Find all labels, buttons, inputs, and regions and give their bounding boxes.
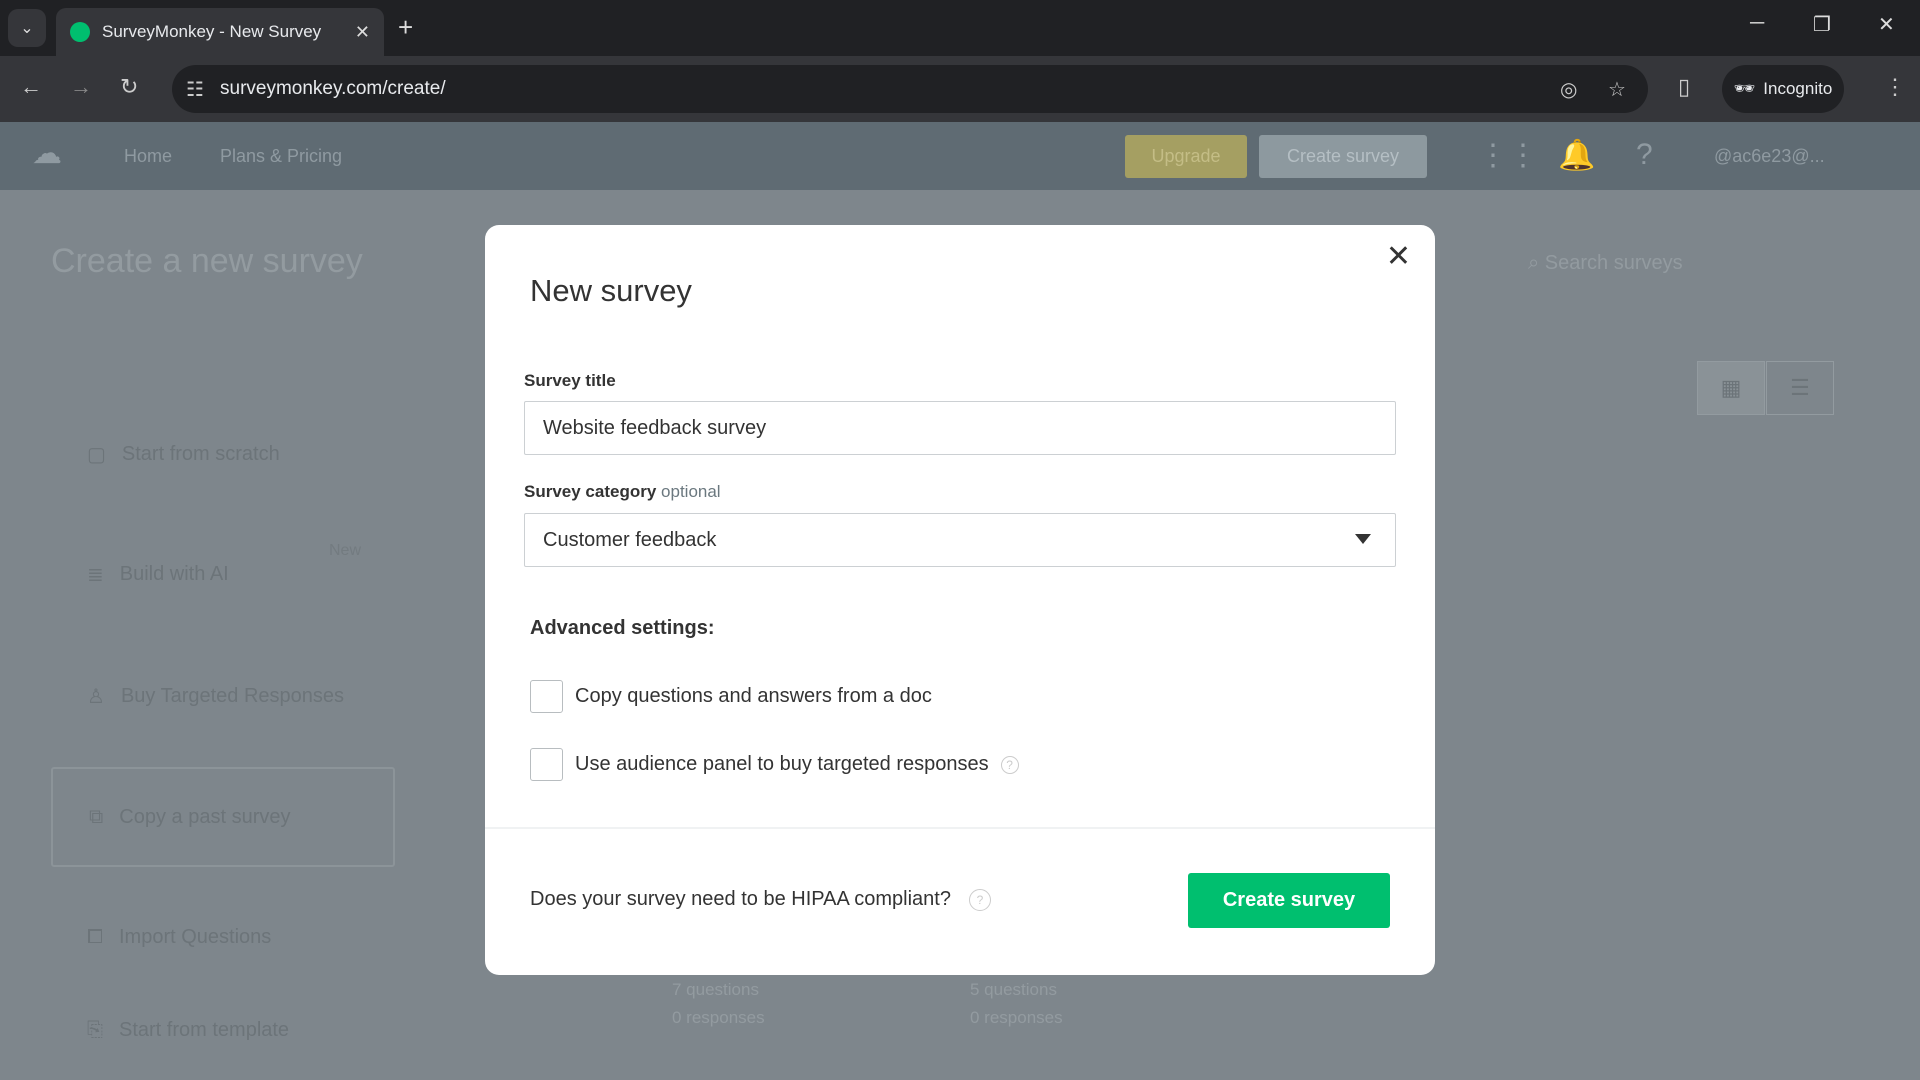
close-window-icon[interactable]: ✕ — [1878, 12, 1895, 37]
new-tab-button[interactable]: + — [398, 12, 413, 43]
hipaa-question: Does your survey need to be HIPAA compli… — [530, 888, 991, 911]
side-item-start-from-scratch[interactable]: ▢ Start from scratch — [51, 404, 395, 504]
menu-icon[interactable]: ⋮ — [1884, 74, 1906, 100]
create-survey-button[interactable]: Create survey — [1188, 873, 1390, 928]
ai-icon: ≣ — [87, 563, 104, 586]
card-questions: 7 questions — [672, 980, 759, 999]
dialog-title: New survey — [530, 273, 692, 308]
side-panel-icon[interactable]: ▯ — [1678, 74, 1690, 100]
new-survey-dialog: ✕ New survey Survey title Website feedba… — [485, 225, 1435, 975]
person-icon: ♙ — [87, 685, 105, 708]
incognito-badge[interactable]: 🕶 Incognito — [1722, 65, 1844, 113]
side-item-copy-past-survey[interactable]: ⧉ Copy a past survey — [51, 767, 395, 867]
surveymonkey-favicon — [70, 22, 90, 42]
option-label: Copy questions and answers from a doc — [575, 685, 932, 707]
category-label-text: Survey category — [524, 482, 657, 501]
survey-title-label: Survey title — [524, 371, 616, 390]
checkbox[interactable] — [530, 680, 563, 713]
url-text: surveymonkey.com/create/ — [220, 78, 446, 99]
side-item-label: Start from template — [119, 1018, 290, 1041]
incognito-icon: 🕶 — [1733, 79, 1756, 98]
card-responses: 0 responses — [970, 1008, 1063, 1027]
side-item-label: Build with AI — [119, 562, 229, 585]
incognito-label: Incognito — [1763, 79, 1833, 98]
survey-title-input[interactable]: Website feedback survey — [524, 401, 1396, 455]
survey-category-label: Survey category optional — [524, 482, 721, 502]
back-icon[interactable]: ← — [20, 74, 42, 100]
option-label: Use audience panel to buy targeted respo… — [575, 753, 989, 775]
help-icon[interactable]: ? — [1636, 138, 1653, 172]
option-audience-panel[interactable]: Use audience panel to buy targeted respo… — [530, 748, 1019, 781]
apps-grid-icon[interactable]: ⋮⋮ — [1478, 138, 1538, 173]
browser-tab[interactable]: SurveyMonkey - New Survey ✕ — [56, 8, 384, 56]
divider — [485, 827, 1435, 829]
option-copy-from-doc[interactable]: Copy questions and answers from a doc — [530, 680, 932, 713]
side-item-build-with-ai[interactable]: ≣ Build with AI — [51, 524, 395, 624]
minimize-icon[interactable]: ─ — [1750, 12, 1764, 35]
eye-off-icon[interactable]: ◎ — [1560, 77, 1577, 102]
star-icon[interactable]: ☆ — [1608, 77, 1626, 102]
checkbox[interactable] — [530, 748, 563, 781]
tab-title: SurveyMonkey - New Survey — [102, 22, 322, 41]
template-icon: ⎘ — [87, 1018, 103, 1041]
side-item-label: Buy Targeted Responses — [120, 684, 345, 707]
address-bar-row: ← → ↻ ☷ surveymonkey.com/create/ ◎ ☆ ▯ 🕶… — [0, 56, 1920, 122]
side-item-buy-targeted-responses[interactable]: ♙ Buy Targeted Responses — [51, 646, 395, 746]
search-surveys[interactable]: ⌕ Search surveys — [1528, 252, 1683, 275]
side-item-label: Import Questions — [119, 925, 272, 948]
restore-icon[interactable]: ❐ — [1813, 12, 1831, 37]
url-bar[interactable]: ☷ surveymonkey.com/create/ ◎ ☆ — [172, 65, 1648, 113]
survey-title-value: Website feedback survey — [543, 416, 767, 439]
nav-plans-pricing[interactable]: Plans & Pricing — [220, 146, 342, 167]
site-nav: ☁ Home Plans & Pricing Upgrade Create su… — [0, 122, 1920, 190]
card-questions: 5 questions — [970, 980, 1057, 999]
close-icon[interactable]: ✕ — [1386, 239, 1411, 274]
help-icon[interactable]: ? — [1000, 755, 1019, 774]
bell-icon[interactable]: 🔔 — [1558, 138, 1595, 173]
optional-hint: optional — [661, 482, 721, 501]
surveymonkey-logo[interactable]: ☁ — [32, 136, 62, 171]
tab-search-button[interactable]: ⌄ — [8, 9, 46, 47]
advanced-settings-heading: Advanced settings: — [530, 617, 715, 639]
caret-down-icon — [1355, 534, 1371, 544]
search-placeholder: Search surveys — [1544, 252, 1683, 274]
side-item-label: Start from scratch — [121, 442, 280, 465]
nav-create-survey-button[interactable]: Create survey — [1259, 135, 1427, 178]
grid-view-button[interactable]: ▦ — [1697, 361, 1765, 415]
document-icon: ▢ — [87, 443, 106, 466]
side-item-start-from-template[interactable]: ⎘ Start from template — [51, 980, 395, 1080]
side-item-import-questions[interactable]: ⧠ Import Questions — [51, 887, 395, 987]
account-menu[interactable]: @ac6e23@... — [1714, 146, 1825, 167]
copy-icon: ⧉ — [89, 805, 104, 828]
site-info-icon[interactable]: ☷ — [186, 77, 204, 102]
tab-close-icon[interactable]: ✕ — [355, 22, 370, 43]
list-view-button[interactable]: ☰ — [1766, 361, 1834, 415]
hipaa-text: Does your survey need to be HIPAA compli… — [530, 888, 951, 910]
side-item-label: Copy a past survey — [119, 805, 291, 828]
survey-category-select[interactable]: Customer feedback — [524, 513, 1396, 567]
category-value: Customer feedback — [543, 528, 717, 551]
import-icon: ⧠ — [87, 925, 103, 948]
card-responses: 0 responses — [672, 1008, 765, 1027]
help-icon[interactable]: ? — [968, 888, 991, 911]
reload-icon[interactable]: ↻ — [120, 74, 138, 100]
forward-icon[interactable]: → — [70, 74, 92, 100]
nav-home[interactable]: Home — [124, 146, 172, 167]
browser-tab-bar: ⌄ SurveyMonkey - New Survey ✕ + ─ ❐ ✕ — [0, 0, 1920, 56]
page-title: Create a new survey — [51, 242, 363, 280]
new-badge: New — [329, 542, 362, 559]
upgrade-button[interactable]: Upgrade — [1125, 135, 1247, 178]
